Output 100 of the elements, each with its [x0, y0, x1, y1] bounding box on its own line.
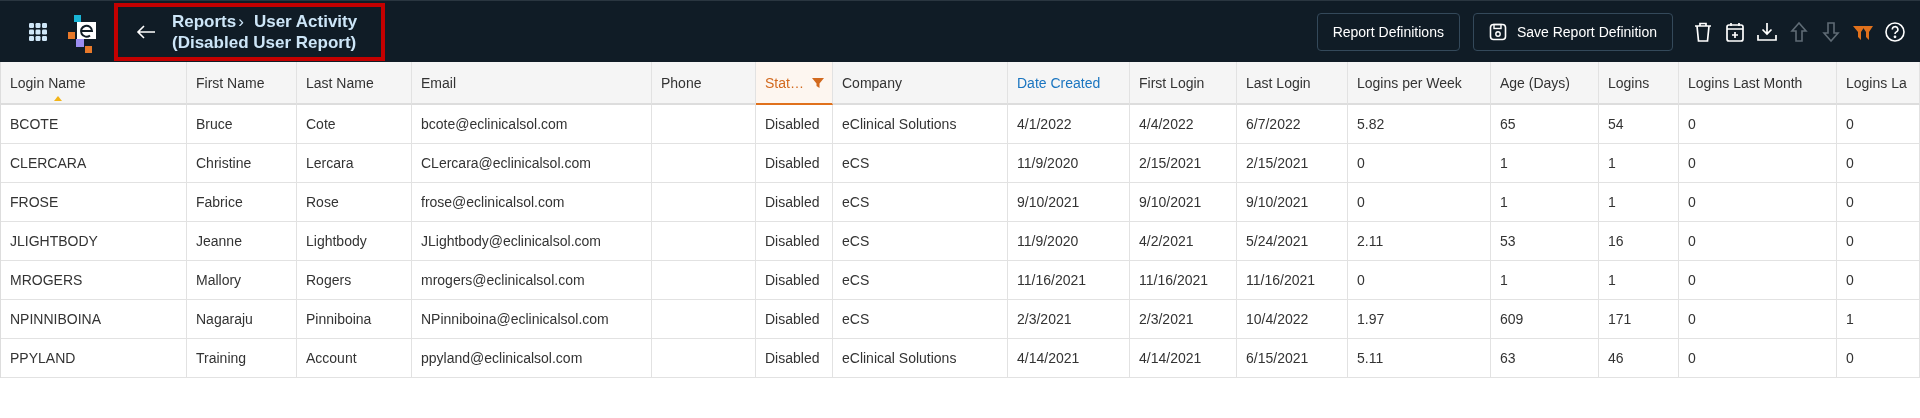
table-cell: 1 — [1491, 261, 1599, 300]
table-cell: 0 — [1837, 222, 1920, 261]
table-cell: 2/3/2021 — [1130, 300, 1237, 339]
column-header[interactable]: Logins La — [1837, 62, 1920, 105]
table-cell: Lercara — [297, 144, 412, 183]
table-cell: 0 — [1837, 183, 1920, 222]
page-subtitle: (Disabled User Report) — [172, 31, 358, 53]
table-cell: 0 — [1837, 105, 1920, 144]
table-cell: eCS — [833, 261, 1008, 300]
table-cell: eClinical Solutions — [833, 339, 1008, 378]
table-cell: 53 — [1491, 222, 1599, 261]
table-cell: 0 — [1679, 300, 1837, 339]
table-cell: 4/4/2022 — [1130, 105, 1237, 144]
download-icon[interactable] — [1756, 20, 1778, 43]
table-cell: 1 — [1599, 261, 1679, 300]
table-cell: 10/4/2022 — [1237, 300, 1348, 339]
table-cell: Disabled — [756, 261, 833, 300]
table-cell: JLIGHTBODY — [1, 222, 187, 261]
table-cell: 54 — [1599, 105, 1679, 144]
table-cell: 5/24/2021 — [1237, 222, 1348, 261]
column-header[interactable]: Date Created — [1008, 62, 1130, 105]
table-cell: CLERCARA — [1, 144, 187, 183]
table-cell: 11/16/2021 — [1008, 261, 1130, 300]
table-cell: 46 — [1599, 339, 1679, 378]
logo-icon — [68, 14, 96, 53]
column-header[interactable]: Last Login — [1237, 62, 1348, 105]
table-cell: Rose — [297, 183, 412, 222]
table-cell: 11/9/2020 — [1008, 222, 1130, 261]
column-header[interactable]: First Login — [1130, 62, 1237, 105]
table-cell: 0 — [1679, 183, 1837, 222]
column-header[interactable]: Phone — [652, 62, 756, 105]
table-cell: 1 — [1491, 144, 1599, 183]
column-header[interactable]: First Name — [187, 62, 297, 105]
column-header[interactable]: Logins — [1599, 62, 1679, 105]
table-cell: PPYLAND — [1, 339, 187, 378]
table-cell: Fabrice — [187, 183, 297, 222]
table-cell: Account — [297, 339, 412, 378]
table-cell: 0 — [1348, 144, 1491, 183]
table-cell: Bruce — [187, 105, 297, 144]
column-header[interactable]: Logins Last Month — [1679, 62, 1837, 105]
table-cell: 5.11 — [1348, 339, 1491, 378]
table-cell: Disabled — [756, 144, 833, 183]
table-cell: 6/7/2022 — [1237, 105, 1348, 144]
table-cell: 11/16/2021 — [1130, 261, 1237, 300]
table-cell: 16 — [1599, 222, 1679, 261]
column-header[interactable]: Email — [412, 62, 652, 105]
table-cell: 0 — [1837, 144, 1920, 183]
table-cell: 4/2/2021 — [1130, 222, 1237, 261]
table-cell: 1.97 — [1348, 300, 1491, 339]
table-cell: JLightbody@eclinicalsol.com — [412, 222, 652, 261]
filter-icon — [811, 76, 824, 89]
table-cell: 0 — [1679, 339, 1837, 378]
table-cell: 2.11 — [1348, 222, 1491, 261]
table-cell: Training — [187, 339, 297, 378]
table-cell: 5.82 — [1348, 105, 1491, 144]
table-cell: 171 — [1599, 300, 1679, 339]
table-cell: 0 — [1679, 144, 1837, 183]
table-cell: Mallory — [187, 261, 297, 300]
table-cell: 0 — [1679, 222, 1837, 261]
table-cell: Disabled — [756, 222, 833, 261]
table-cell: 63 — [1491, 339, 1599, 378]
column-header[interactable]: Logins per Week — [1348, 62, 1491, 105]
table-cell: 2/3/2021 — [1008, 300, 1130, 339]
table-cell: eCS — [833, 222, 1008, 261]
table-cell: Rogers — [297, 261, 412, 300]
trash-icon[interactable] — [1692, 20, 1714, 43]
table-cell: Disabled — [756, 339, 833, 378]
report-definitions-button[interactable]: Report Definitions — [1316, 12, 1460, 51]
table-cell: 0 — [1348, 183, 1491, 222]
table-cell: bcote@eclinicalsol.com — [412, 105, 652, 144]
table-cell: 6/15/2021 — [1237, 339, 1348, 378]
table-cell: 4/14/2021 — [1130, 339, 1237, 378]
column-header[interactable]: Last Name — [297, 62, 412, 105]
save-report-definition-button[interactable]: Save Report Definition — [1472, 12, 1673, 51]
column-header[interactable]: Age (Days) — [1491, 62, 1599, 105]
table-cell: ppyland@eclinicalsol.com — [412, 339, 652, 378]
table-cell: 4/1/2022 — [1008, 105, 1130, 144]
table-cell: 1 — [1599, 183, 1679, 222]
back-arrow-icon[interactable] — [136, 23, 156, 40]
calendar-plus-icon[interactable] — [1724, 20, 1746, 43]
column-header[interactable]: Stat… — [756, 62, 833, 105]
table-cell: Disabled — [756, 300, 833, 339]
breadcrumb-link[interactable]: Reports — [172, 10, 237, 32]
help-icon[interactable] — [1884, 20, 1906, 43]
column-header[interactable]: Login Name — [1, 62, 187, 105]
table-cell: eCS — [833, 300, 1008, 339]
table-cell: mrogers@eclinicalsol.com — [412, 261, 652, 300]
table-cell: Cote — [297, 105, 412, 144]
table-cell: 0 — [1679, 261, 1837, 300]
table-cell: Lightbody — [297, 222, 412, 261]
table-cell: 11/16/2021 — [1237, 261, 1348, 300]
column-header[interactable]: Company — [833, 62, 1008, 105]
save-icon — [1488, 22, 1507, 41]
table-cell: Jeanne — [187, 222, 297, 261]
table-cell: 65 — [1491, 105, 1599, 144]
table-cell: 9/10/2021 — [1008, 183, 1130, 222]
table-cell: 0 — [1837, 339, 1920, 378]
table-cell: CLercara@eclinicalsol.com — [412, 144, 652, 183]
apps-grid-icon[interactable] — [29, 22, 47, 41]
table-cell: 11/9/2020 — [1008, 144, 1130, 183]
